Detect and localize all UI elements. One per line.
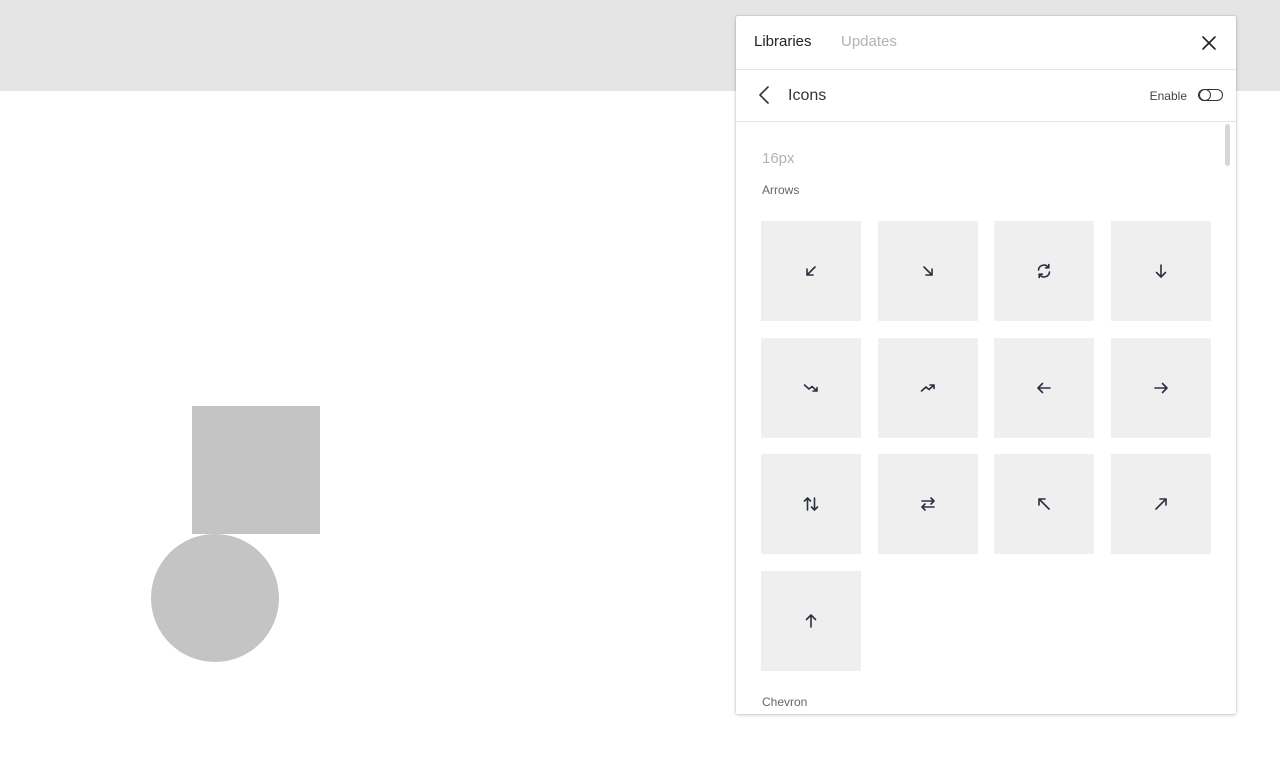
icon-tile[interactable] (994, 337, 1094, 438)
trend-down-icon (803, 383, 818, 392)
icon-tile[interactable] (1110, 337, 1211, 438)
icons-list[interactable]: 16px Arrows Chevron (736, 122, 1236, 714)
icon-tile[interactable] (877, 337, 978, 438)
arrows-icon-grid (761, 221, 1211, 671)
icon-tile[interactable] (761, 454, 861, 554)
enable-toggle[interactable] (1198, 89, 1223, 101)
libraries-panel: Libraries Updates Icons Enable 16px Arro… (736, 16, 1236, 714)
toggle-knob (1199, 89, 1211, 101)
close-button[interactable] (1198, 32, 1220, 54)
panel-header: Libraries Updates (736, 16, 1236, 70)
icon-tile[interactable] (1110, 221, 1211, 321)
canvas-circle-shape[interactable] (151, 534, 279, 662)
arrow-up-right-icon (1154, 498, 1167, 510)
canvas-square-shape[interactable] (192, 406, 320, 534)
trend-up-icon (920, 383, 935, 392)
arrow-up-left-icon (1038, 498, 1050, 510)
arrows-swap-horizontal-icon (920, 497, 935, 511)
arrow-down-icon (1155, 264, 1166, 278)
icon-tile[interactable] (994, 454, 1094, 554)
library-subheader: Icons Enable (736, 70, 1236, 122)
scrollbar[interactable] (1225, 124, 1230, 166)
size-heading: 16px (762, 150, 795, 167)
tab-libraries[interactable]: Libraries (754, 33, 812, 51)
refresh-icon (1037, 263, 1051, 279)
arrow-up-icon (805, 613, 817, 628)
enable-label: Enable (1149, 89, 1187, 103)
icon-tile[interactable] (761, 221, 861, 321)
tab-updates[interactable]: Updates (841, 33, 897, 51)
icon-tile[interactable] (761, 570, 861, 671)
close-icon (1202, 36, 1216, 50)
arrow-down-left-icon (806, 266, 816, 276)
arrow-right-icon (1153, 382, 1168, 393)
arrow-down-right-icon (922, 266, 933, 276)
arrow-left-icon (1037, 382, 1051, 393)
icon-tile[interactable] (877, 454, 978, 554)
icon-tile[interactable] (761, 337, 861, 438)
section-heading-arrows: Arrows (762, 183, 800, 197)
arrows-up-down-icon (803, 497, 819, 511)
back-button[interactable] (756, 85, 774, 105)
icon-tile[interactable] (877, 221, 978, 321)
section-heading-chevron: Chevron (762, 695, 808, 709)
icon-tile[interactable] (994, 221, 1094, 321)
library-title: Icons (788, 87, 827, 104)
chevron-left-icon (759, 86, 769, 104)
icon-tile[interactable] (1110, 454, 1211, 554)
